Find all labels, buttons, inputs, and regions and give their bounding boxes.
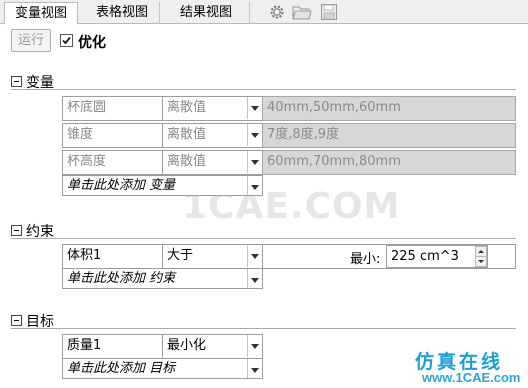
chevron-down-icon[interactable] — [247, 124, 261, 146]
variable-type-value: 离散值 — [167, 100, 207, 115]
constraint-type-select[interactable]: 大于 — [162, 244, 263, 269]
brand-url: www.1CAE.com — [422, 370, 521, 385]
add-goal-row[interactable]: 单击此处添加 目标 — [62, 358, 263, 379]
tab-bar — [0, 0, 528, 24]
variable-type-value: 离散值 — [167, 154, 207, 169]
variable-name-cell[interactable]: 锥度 — [62, 123, 163, 148]
tab-variable-view[interactable]: 变量视图 — [4, 2, 78, 25]
add-variable-row[interactable]: 单击此处添加 变量 — [62, 175, 263, 196]
collapse-variables-icon[interactable] — [11, 76, 22, 87]
section-divider — [11, 328, 516, 329]
chevron-down-icon[interactable] — [247, 335, 261, 357]
open-folder-icon[interactable] — [292, 3, 312, 21]
variable-values-cell[interactable]: 60mm,70mm,80mm — [262, 150, 516, 175]
chevron-down-icon[interactable] — [247, 176, 261, 195]
goal-type-select[interactable]: 最小化 — [162, 334, 263, 359]
chevron-down-icon[interactable] — [247, 151, 261, 173]
chevron-down-icon[interactable] — [247, 245, 261, 267]
min-value: 225 cm^3 — [391, 249, 459, 264]
variable-name-cell[interactable]: 杯高度 — [62, 150, 163, 175]
add-goal-label: 单击此处添加 目标 — [67, 361, 176, 376]
save-disk-icon[interactable] — [320, 3, 338, 21]
collapse-goals-icon[interactable] — [11, 315, 22, 326]
optimize-label[interactable]: 优化 — [78, 32, 106, 52]
add-constraint-row[interactable]: 单击此处添加 约束 — [62, 268, 263, 289]
variable-type-select[interactable]: 离散值 — [162, 150, 263, 175]
variable-type-select[interactable]: 离散值 — [162, 96, 263, 121]
constraint-name-cell[interactable]: 体积1 — [62, 244, 163, 269]
section-divider — [11, 238, 516, 239]
variable-type-value: 离散值 — [167, 127, 207, 142]
run-button[interactable]: 运行 — [11, 29, 51, 52]
chevron-down-icon[interactable] — [247, 269, 261, 288]
chevron-down-icon[interactable] — [247, 359, 261, 378]
tab-results-view[interactable]: 结果视图 — [170, 2, 250, 24]
tab-table-view[interactable]: 表格视图 — [86, 2, 160, 24]
variable-name-cell[interactable]: 杯底圆 — [62, 96, 163, 121]
min-value-spinner[interactable]: 225 cm^3 — [386, 245, 488, 268]
add-constraint-label: 单击此处添加 约束 — [67, 271, 176, 286]
min-label: 最小: — [350, 252, 381, 267]
chevron-down-icon[interactable] — [247, 97, 261, 119]
goal-name-cell[interactable]: 质量1 — [62, 334, 163, 359]
collapse-constraints-icon[interactable] — [11, 225, 22, 236]
variable-type-select[interactable]: 离散值 — [162, 123, 263, 148]
variable-values-cell[interactable]: 40mm,50mm,60mm — [262, 96, 516, 121]
constraint-type-value: 大于 — [167, 248, 194, 263]
section-divider — [11, 89, 516, 90]
variable-values-cell[interactable]: 7度,8度,9度 — [262, 123, 516, 148]
spin-down-icon[interactable] — [475, 256, 487, 267]
add-variable-label: 单击此处添加 变量 — [67, 178, 176, 193]
optimize-checkbox[interactable] — [60, 34, 73, 47]
settings-gear-icon[interactable] — [268, 3, 286, 21]
goal-type-value: 最小化 — [167, 338, 207, 353]
